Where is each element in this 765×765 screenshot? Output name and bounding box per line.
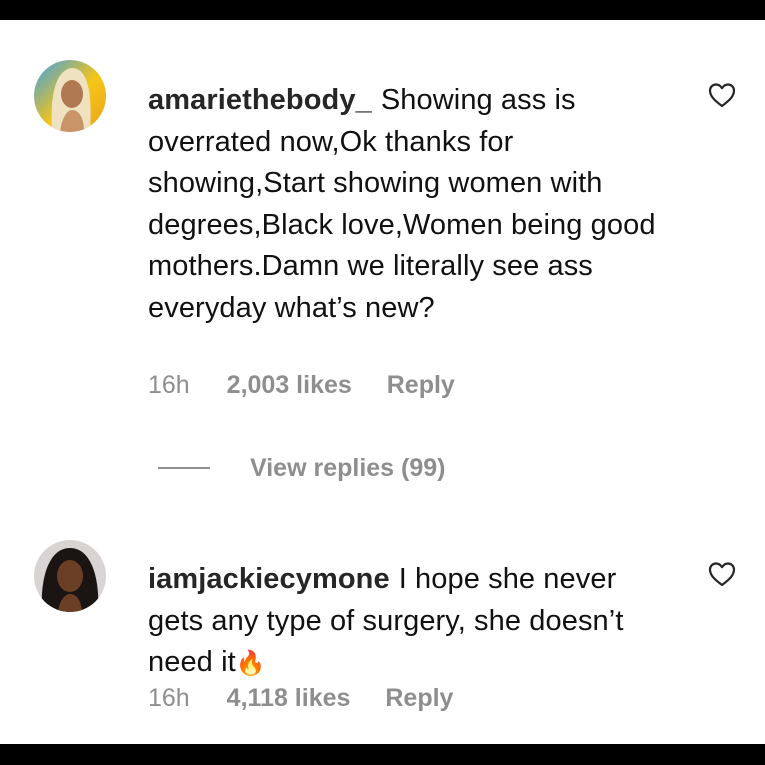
comment-likes[interactable]: 4,118 likes [227,684,351,713]
comment-body: amariethebody_ Showing ass is overrated n… [148,80,678,329]
comment-body: iamjackiecymone I hope she never gets any… [148,559,678,685]
reply-button[interactable]: Reply [385,684,453,713]
comment-meta: 16h 4,118 likes Reply [148,684,453,713]
comments-panel: amariethebody_ Showing ass is overrated n… [0,20,765,744]
comment-text: Showing ass is overrated now,Ok thanks f… [148,84,656,324]
bottom-black-border [0,744,765,765]
top-black-border [0,0,765,20]
heart-outline-icon[interactable] [708,82,736,108]
comment-likes[interactable]: 2,003 likes [227,371,352,400]
fire-emoji-icon: 🔥 [235,650,266,677]
reply-button[interactable]: Reply [387,371,455,400]
user-avatar[interactable] [34,60,106,132]
user-avatar[interactable] [34,540,106,612]
replies-divider-line [158,467,210,469]
comment-time: 16h [148,371,190,399]
comment-time: 16h [148,684,190,712]
heart-outline-icon[interactable] [708,561,736,587]
comment-username[interactable]: amariethebody_ [148,84,372,116]
view-replies-label: View replies (99) [250,453,446,482]
comment-username[interactable]: iamjackiecymone [148,563,390,595]
view-replies-button[interactable]: View replies (99) [158,451,445,485]
comment-meta: 16h 2,003 likes Reply [148,371,455,400]
